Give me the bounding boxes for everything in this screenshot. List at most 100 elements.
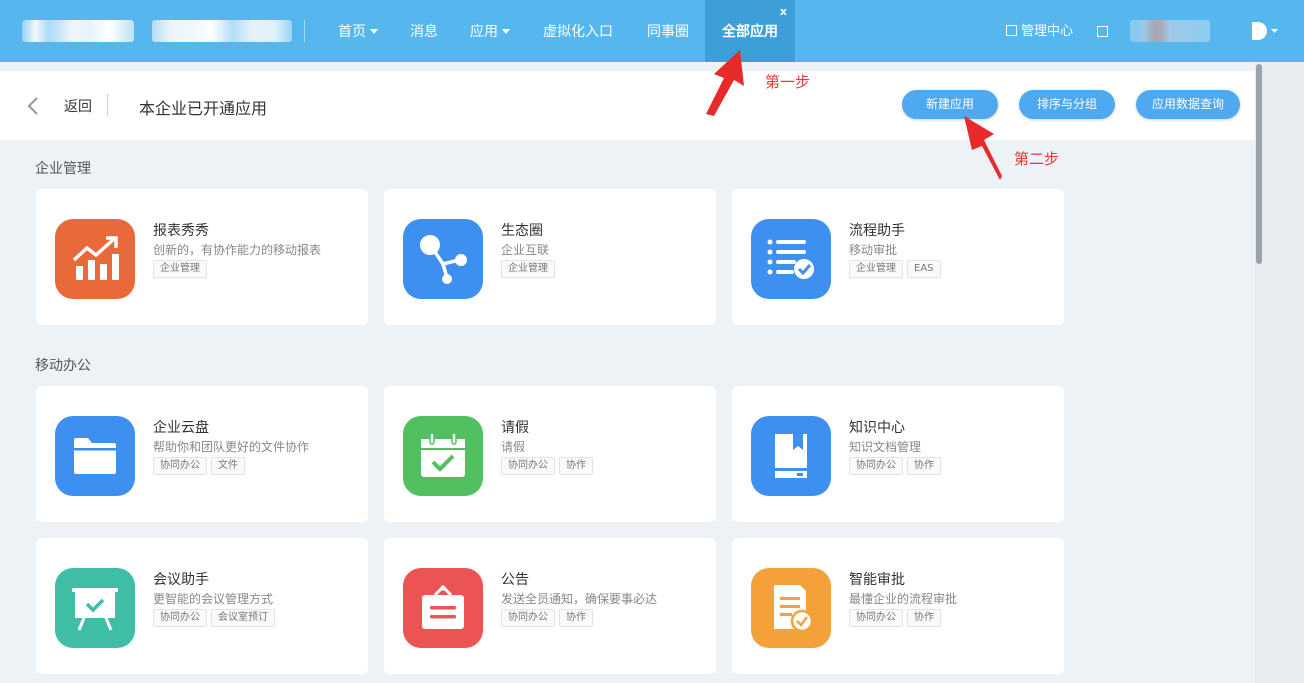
user-dropdown-icon: [1252, 22, 1278, 40]
sort-group-button[interactable]: 排序与分组: [1019, 90, 1115, 119]
app-desc: 创新的，有协作能力的移动报表: [153, 243, 322, 257]
app-tag: 文件: [211, 457, 245, 475]
app-tag: 企业管理: [501, 260, 555, 278]
notice-board-icon: [403, 568, 483, 648]
page-title: 本企业已开通应用: [139, 99, 268, 118]
nav-item-apps[interactable]: 应用: [470, 0, 510, 62]
admin-center-label: 管理中心: [1021, 24, 1074, 39]
back-link[interactable]: 返回: [64, 96, 92, 116]
app-name: 知识中心: [849, 420, 905, 436]
top-nav-bar: 首页 消息 应用 虚拟化入口 同事圈 全部应用 x 管理中心: [0, 0, 1304, 62]
back-chevron-icon[interactable]: [26, 95, 40, 117]
folder-icon: [55, 416, 135, 496]
app-tag: EAS: [907, 260, 941, 278]
app-tag: 协同办公: [849, 609, 903, 627]
app-name: 生态圈: [501, 223, 543, 239]
app-card[interactable]: 公告 发送全员通知，确保要事必达 协同办公 协作: [384, 538, 716, 674]
calendar-check-icon: [403, 416, 483, 496]
caret-down-icon: [370, 29, 378, 34]
subheader-divider: [107, 94, 108, 116]
nav-item-label: 同事圈: [647, 24, 689, 40]
app-name: 请假: [501, 420, 529, 436]
app-tag: 协同办公: [501, 457, 555, 475]
app-desc: 移动审批: [849, 243, 898, 257]
square-icon: [1006, 25, 1017, 36]
app-tag: 协作: [559, 609, 593, 627]
user-menu-button[interactable]: [1250, 19, 1280, 47]
app-tags: 协同办公 会议室预订: [153, 609, 275, 627]
app-tag: 协作: [559, 457, 593, 475]
nav-item-label: 虚拟化入口: [543, 24, 613, 40]
app-data-query-button[interactable]: 应用数据查询: [1136, 90, 1240, 119]
app-card[interactable]: 生态圈 企业互联 企业管理: [384, 189, 716, 325]
app-desc: 知识文档管理: [849, 440, 922, 454]
app-desc: 发送全员通知，确保要事必达: [501, 592, 658, 606]
admin-center-link[interactable]: 管理中心: [1006, 0, 1073, 62]
nav-item-label: 应用: [470, 24, 498, 40]
app-card[interactable]: 请假 请假 协同办公 协作: [384, 386, 716, 522]
app-name: 智能审批: [849, 572, 905, 588]
app-card[interactable]: 企业云盘 帮助你和团队更好的文件协作 协同办公 文件: [36, 386, 368, 522]
app-tags: 企业管理: [153, 260, 207, 278]
app-tags: 企业管理 EAS: [849, 260, 941, 278]
bar-chart-icon: [55, 219, 135, 299]
nav-divider: [304, 20, 305, 42]
app-tag: 协作: [907, 457, 941, 475]
app-tag: 协同办公: [153, 609, 207, 627]
nav-item-label: 首页: [338, 24, 366, 40]
app-name: 企业云盘: [153, 420, 209, 436]
step2-label: 第二步: [1014, 150, 1060, 168]
scrollbar-thumb[interactable]: [1256, 64, 1262, 264]
nav-item-messages[interactable]: 消息: [410, 0, 438, 62]
app-desc: 帮助你和团队更好的文件协作: [153, 440, 310, 454]
app-card[interactable]: 流程助手 移动审批 企业管理 EAS: [732, 189, 1064, 325]
section-title-enterprise: 企业管理: [35, 161, 91, 177]
step1-label: 第一步: [765, 73, 811, 91]
app-tag: 企业管理: [849, 260, 903, 278]
nav-item-virtualization[interactable]: 虚拟化入口: [543, 0, 613, 62]
app-card[interactable]: 报表秀秀 创新的，有协作能力的移动报表 企业管理: [36, 189, 368, 325]
presentation-board-icon: [55, 568, 135, 648]
app-card[interactable]: 会议助手 更智能的会议管理方式 协同办公 会议室预订: [36, 538, 368, 674]
app-tag: 协同办公: [849, 457, 903, 475]
app-tag: 协同办公: [153, 457, 207, 475]
app-name: 流程助手: [849, 223, 905, 239]
step2-arrow-icon: [964, 116, 1002, 180]
company-logo-blurred[interactable]: [22, 20, 134, 42]
app-name: 会议助手: [153, 572, 209, 588]
nav-item-home[interactable]: 首页: [338, 0, 378, 62]
app-card[interactable]: 知识中心 知识文档管理 协同办公 协作: [732, 386, 1064, 522]
nav-item-colleagues[interactable]: 同事圈: [647, 0, 689, 62]
app-tag: 会议室预订: [211, 609, 275, 627]
nav-item-label: 消息: [410, 24, 438, 40]
book-icon: [751, 416, 831, 496]
checklist-icon: [751, 219, 831, 299]
app-desc: 企业互联: [501, 243, 550, 257]
app-desc: 最懂企业的流程审批: [849, 592, 958, 606]
close-tab-icon[interactable]: x: [780, 6, 787, 18]
app-tags: 协同办公 协作: [849, 457, 941, 475]
company-name-blurred: [152, 20, 292, 42]
section-title-mobile-office: 移动办公: [35, 358, 91, 374]
app-name: 公告: [501, 572, 529, 588]
user-name-blurred[interactable]: [1130, 20, 1210, 42]
app-tag: 企业管理: [153, 260, 207, 278]
app-card[interactable]: 智能审批 最懂企业的流程审批 协同办公 协作: [732, 538, 1064, 674]
square-icon: [1097, 26, 1108, 37]
share-nodes-icon: [403, 219, 483, 299]
app-tags: 协同办公 文件: [153, 457, 245, 475]
document-approve-icon: [751, 568, 831, 648]
app-desc: 请假: [501, 440, 526, 454]
app-tags: 协同办公 协作: [501, 457, 593, 475]
app-tags: 企业管理: [501, 260, 555, 278]
app-tag: 协同办公: [501, 609, 555, 627]
step1-arrow-icon: [706, 50, 744, 116]
app-tags: 协同办公 协作: [849, 609, 941, 627]
caret-down-icon: [502, 29, 510, 34]
app-name: 报表秀秀: [153, 223, 209, 239]
app-desc: 更智能的会议管理方式: [153, 592, 274, 606]
app-tag: 协作: [907, 609, 941, 627]
window-toggle[interactable]: [1097, 0, 1112, 62]
app-tags: 协同办公 协作: [501, 609, 593, 627]
scrollbar-track[interactable]: [1255, 62, 1304, 683]
